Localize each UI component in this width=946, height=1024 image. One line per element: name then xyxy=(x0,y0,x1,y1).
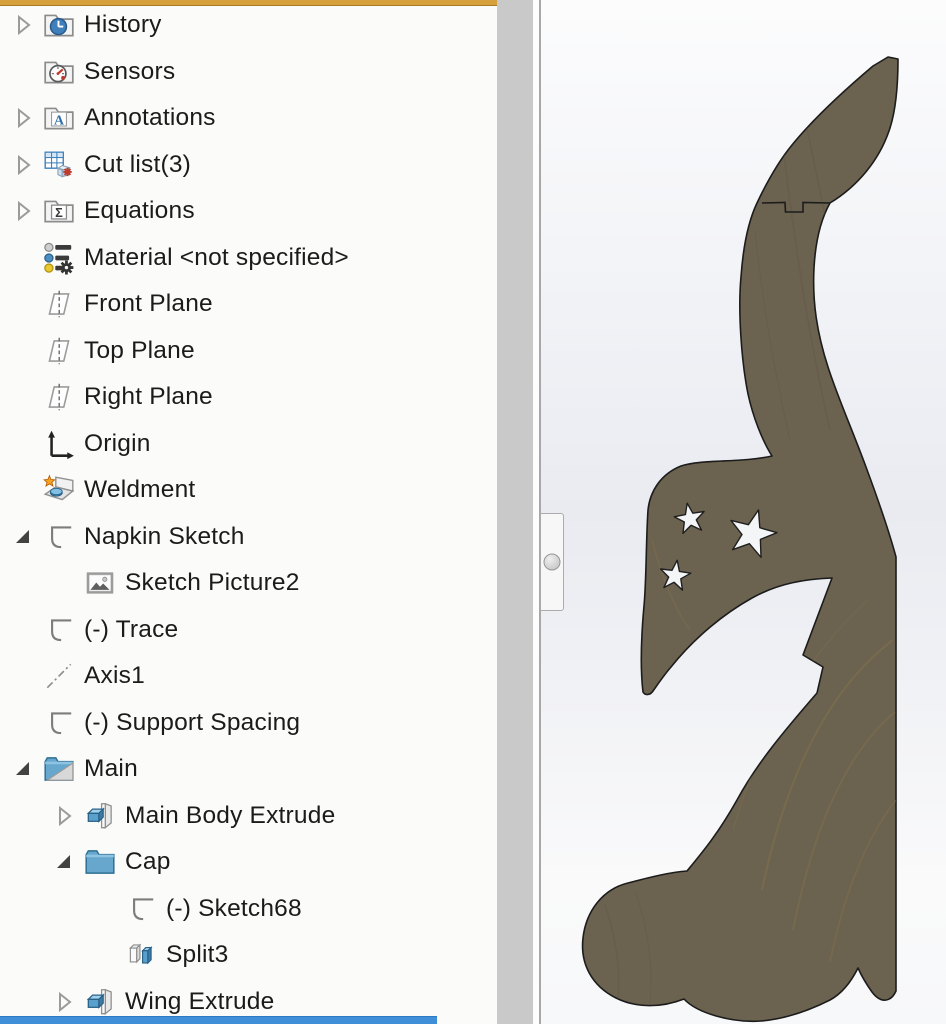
collapse-arrow-icon[interactable] xyxy=(8,522,38,552)
weldment-icon xyxy=(42,473,76,507)
sensors-icon xyxy=(42,55,76,89)
rollback-bar[interactable] xyxy=(0,1016,437,1024)
tree-item-support-spacing[interactable]: (-) Support Spacing xyxy=(8,700,497,747)
expand-arrow-icon[interactable] xyxy=(8,150,38,180)
tree-item-label: Napkin Sketch xyxy=(84,522,245,550)
tree-item-label: Right Plane xyxy=(84,383,213,411)
tree-item-sketch68[interactable]: (-) Sketch68 xyxy=(90,886,497,933)
tree-item-label: (-) Sketch68 xyxy=(166,894,302,922)
tree-item-top-plane[interactable]: Top Plane xyxy=(8,328,497,375)
tree-item-label: Axis1 xyxy=(84,662,145,690)
tree-item-label: Main xyxy=(84,755,138,783)
plane-icon xyxy=(42,334,76,368)
tree-item-label: Split3 xyxy=(166,941,229,969)
sketch-icon xyxy=(42,706,76,740)
splitter-handle-icon[interactable] xyxy=(543,553,561,571)
tree-item-main[interactable]: Main xyxy=(8,746,497,793)
collapse-arrow-icon[interactable] xyxy=(49,847,79,877)
viewport-canvas xyxy=(581,56,899,1023)
tree-item-split3[interactable]: Split3 xyxy=(90,932,497,979)
tree-item-origin[interactable]: Origin xyxy=(8,421,497,468)
tree-item-label: Cap xyxy=(125,848,171,876)
tree-item-label: Equations xyxy=(84,197,195,225)
tree-item-front-plane[interactable]: Front Plane xyxy=(8,281,497,328)
tree-item-main-body-extrude[interactable]: Main Body Extrude xyxy=(49,793,497,840)
splitter-collapse-tab[interactable] xyxy=(540,513,564,611)
tree-item-label: Origin xyxy=(84,429,151,457)
origin-icon xyxy=(42,427,76,461)
plane-icon xyxy=(42,380,76,414)
tree-item-history[interactable]: History xyxy=(8,2,497,49)
panel-splitter-strip[interactable] xyxy=(497,0,533,1024)
tree-item-label: Front Plane xyxy=(84,290,213,318)
expand-arrow-icon[interactable] xyxy=(8,10,38,40)
tree-item-napkin-sketch[interactable]: Napkin Sketch xyxy=(8,514,497,561)
tree-item-label: Sketch Picture2 xyxy=(125,569,300,597)
feature-manager-panel: History Sensors Annotations Cut list(3) xyxy=(0,0,497,1024)
tree-item-annotations[interactable]: Annotations xyxy=(8,95,497,142)
expand-arrow-icon[interactable] xyxy=(49,987,79,1017)
tree-item-right-plane[interactable]: Right Plane xyxy=(8,374,497,421)
axis-icon xyxy=(42,659,76,693)
panel-top-accent-bar xyxy=(0,0,497,6)
tree-item-label: (-) Support Spacing xyxy=(84,708,301,736)
tree-item-trace[interactable]: (-) Trace xyxy=(8,607,497,654)
picture-icon xyxy=(83,566,117,600)
tree-item-label: Cut list(3) xyxy=(84,150,192,178)
tree-item-equations[interactable]: Equations xyxy=(8,188,497,235)
sketch-icon xyxy=(42,613,76,647)
feature-tree: History Sensors Annotations Cut list(3) xyxy=(0,2,497,1024)
tree-item-cut-list-3[interactable]: Cut list(3) xyxy=(8,142,497,189)
extrude-icon xyxy=(83,799,117,833)
folderhalf-icon xyxy=(42,752,76,786)
folderblue-icon xyxy=(83,845,117,879)
history-icon xyxy=(42,8,76,42)
tree-item-label: (-) Trace xyxy=(84,615,179,643)
tree-item-cap[interactable]: Cap xyxy=(49,839,497,886)
equations-icon xyxy=(42,194,76,228)
tree-item-material-not-specified[interactable]: Material <not specified> xyxy=(8,235,497,282)
tree-item-label: Wing Extrude xyxy=(125,987,275,1015)
material-icon xyxy=(42,241,76,275)
tree-item-label: Annotations xyxy=(84,104,216,132)
tree-item-label: Weldment xyxy=(84,476,196,504)
plane-icon xyxy=(42,287,76,321)
extrude-icon xyxy=(83,985,117,1019)
collapse-arrow-icon[interactable] xyxy=(8,754,38,784)
tree-item-label: Material <not specified> xyxy=(84,243,349,271)
expand-arrow-icon[interactable] xyxy=(49,801,79,831)
tree-item-axis1[interactable]: Axis1 xyxy=(8,653,497,700)
tree-item-sensors[interactable]: Sensors xyxy=(8,49,497,96)
cutlist-icon xyxy=(42,148,76,182)
annotations-icon xyxy=(42,101,76,135)
sketch-icon xyxy=(124,892,158,926)
graphics-viewport[interactable] xyxy=(541,0,946,1024)
expand-arrow-icon[interactable] xyxy=(8,103,38,133)
tree-item-label: History xyxy=(84,11,162,39)
tree-item-weldment[interactable]: Weldment xyxy=(8,467,497,514)
tree-item-label: Sensors xyxy=(84,57,176,85)
split-icon xyxy=(124,938,158,972)
tree-item-sketch-picture2[interactable]: Sketch Picture2 xyxy=(49,560,497,607)
tree-item-label: Top Plane xyxy=(84,336,195,364)
expand-arrow-icon[interactable] xyxy=(8,196,38,226)
tree-item-label: Main Body Extrude xyxy=(125,801,336,829)
sketch-icon xyxy=(42,520,76,554)
